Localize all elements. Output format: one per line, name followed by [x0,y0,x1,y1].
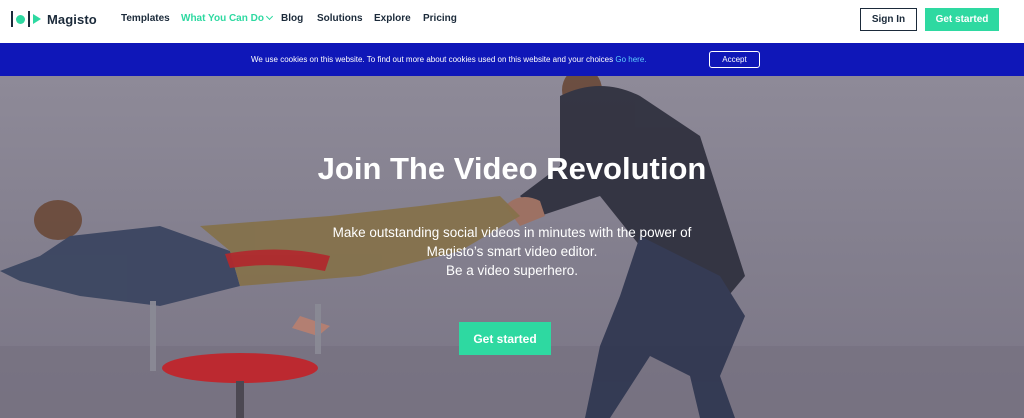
site-header: Magisto Templates What You Can Do Blog S… [0,0,1024,43]
sign-in-button[interactable]: Sign In [860,8,917,31]
hero-subtitle-line: Magisto’s smart video editor. [426,244,598,259]
cookie-banner: We use cookies on this website. To find … [0,43,1024,76]
cookie-message: We use cookies on this website. To find … [251,55,647,64]
hero-subtitle-line: Be a video superhero. [445,263,579,278]
nav-item-explore[interactable]: Explore [374,13,411,24]
nav-item-label: What You Can Do [181,13,264,24]
hero-subtitle: Make outstanding social videos in minute… [0,223,1024,280]
magisto-logo[interactable]: Magisto [11,9,97,29]
chevron-down-icon [265,12,274,21]
hero-title: Join The Video Revolution [317,151,707,186]
hero-subtitle-line: Make outstanding social videos in minute… [332,225,692,240]
cookie-go-here-link[interactable]: Go here. [615,55,646,64]
logo-mark-icon [11,11,41,27]
nav-item-what-you-can-do[interactable]: What You Can Do [181,12,274,24]
nav-item-blog[interactable]: Blog [281,13,303,24]
nav-item-pricing[interactable]: Pricing [423,13,457,24]
nav-item-templates[interactable]: Templates [121,13,170,24]
nav-item-solutions[interactable]: Solutions [317,13,363,24]
cookie-text: We use cookies on this website. To find … [251,55,616,64]
hero-get-started-button[interactable]: Get started [459,322,551,355]
logo-text: Magisto [47,11,97,27]
hero-section: Join The Video Revolution Make outstandi… [0,76,1024,418]
cookie-accept-button[interactable]: Accept [709,51,760,68]
header-get-started-button[interactable]: Get started [925,8,999,31]
